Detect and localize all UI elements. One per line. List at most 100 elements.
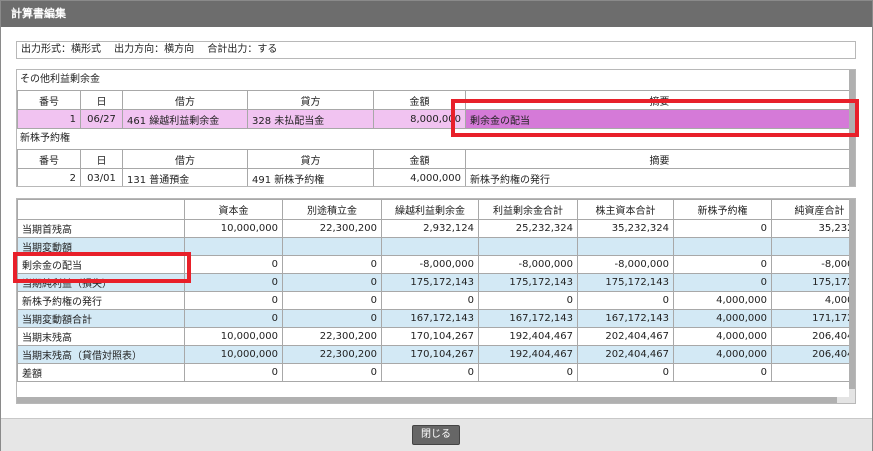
summary-header-row: 資本金 別途積立金 繰越利益剰余金 利益剰余金合計 株主資本合計 新株予約権 純… bbox=[17, 199, 855, 220]
col-header: 借方 bbox=[122, 149, 248, 169]
journal-entries-panel: その他利益剰余金 番号 日 借方 貸方 金額 摘要 1 06/27 461 繰越… bbox=[16, 69, 856, 187]
cell bbox=[771, 237, 855, 256]
cell: 10,000,000 bbox=[184, 327, 283, 346]
calc-sheet-dialog: 計算書編集 出力形式：横形式 出力方向：横方向 合計出力：する その他利益剰余金… bbox=[0, 0, 873, 451]
cell: 0 bbox=[282, 273, 382, 292]
row-label: 剰余金の配当 bbox=[17, 255, 185, 274]
cell: 170,104,267 bbox=[381, 345, 479, 364]
entry-description[interactable]: 新株予約権の発行 bbox=[465, 168, 854, 186]
cell: -8,000,000 bbox=[577, 255, 674, 274]
journal-row[interactable]: 2 03/01 131 普通預金 491 新株予約権 4,000,000 新株予… bbox=[17, 168, 854, 186]
cell: 35,232,324 bbox=[577, 219, 674, 238]
cell: 0 bbox=[381, 363, 479, 382]
cell: 0 bbox=[184, 291, 283, 310]
cell: 202,404,467 bbox=[577, 345, 674, 364]
row-label: 当期末残高（貸借対照表） bbox=[17, 345, 185, 364]
cell: 170,104,267 bbox=[381, 327, 479, 346]
entry-credit: 491 新株予約権 bbox=[247, 168, 374, 186]
col-header: 株主資本合計 bbox=[577, 199, 674, 220]
journal-header-row: 番号 日 借方 貸方 金額 摘要 bbox=[17, 149, 854, 169]
section-title: その他利益剰余金 bbox=[20, 74, 100, 85]
cell: 175,172,143 bbox=[577, 273, 674, 292]
col-header: 貸方 bbox=[247, 149, 374, 169]
scrollbar-thumb[interactable] bbox=[17, 397, 837, 403]
scrollbar-thumb[interactable] bbox=[849, 199, 855, 389]
cell: 22,300,200 bbox=[282, 219, 382, 238]
row-label: 当期変動額合計 bbox=[17, 309, 185, 328]
cell: 0 bbox=[577, 363, 674, 382]
cell: 0 bbox=[673, 219, 772, 238]
table-row: 剰余金の配当 0 0 -8,000,000 -8,000,000 -8,000,… bbox=[17, 255, 855, 274]
col-header: 繰越利益剰余金 bbox=[381, 199, 479, 220]
table-row: 新株予約権の発行 0 0 0 0 0 4,000,000 4,000,0 bbox=[17, 291, 855, 310]
cell: -8,000,000 bbox=[478, 255, 578, 274]
cell: 4,000,000 bbox=[673, 345, 772, 364]
row-label: 当期末残高 bbox=[17, 327, 185, 346]
entry-debit: 461 繰越利益剰余金 bbox=[122, 109, 248, 129]
entry-number: 2 bbox=[17, 168, 81, 186]
table-row: 当期首残高 10,000,000 22,300,200 2,932,124 25… bbox=[17, 219, 855, 238]
col-header: 摘要 bbox=[465, 149, 854, 169]
cell: 0 bbox=[184, 273, 283, 292]
cell: 202,404,467 bbox=[577, 327, 674, 346]
cell: 0 bbox=[282, 255, 382, 274]
summary-vertical-scrollbar[interactable] bbox=[849, 199, 855, 403]
entry-date: 06/27 bbox=[80, 109, 123, 129]
entry-credit: 328 未払配当金 bbox=[247, 109, 374, 129]
cell: 192,404,467 bbox=[478, 345, 578, 364]
table-row: 差額 0 0 0 0 0 0 0 bbox=[17, 363, 855, 382]
cell: 0 bbox=[478, 291, 578, 310]
table-row: 当期変動額合計 0 0 167,172,143 167,172,143 167,… bbox=[17, 309, 855, 328]
cell: 22,300,200 bbox=[282, 327, 382, 346]
col-header: 借方 bbox=[122, 90, 248, 110]
cell: 0 bbox=[282, 309, 382, 328]
scrollbar-thumb[interactable] bbox=[849, 70, 855, 186]
close-button[interactable]: 閉じる bbox=[412, 425, 460, 445]
col-header: 日 bbox=[80, 90, 123, 110]
row-label: 当期首残高 bbox=[17, 219, 185, 238]
journal-table: 番号 日 借方 貸方 金額 摘要 2 03/01 131 普通預金 491 新株… bbox=[17, 149, 854, 186]
col-header bbox=[17, 199, 185, 220]
journal-vertical-scrollbar[interactable] bbox=[849, 70, 855, 186]
col-header: 日 bbox=[80, 149, 123, 169]
entry-amount: 4,000,000 bbox=[373, 168, 466, 186]
col-header: 金額 bbox=[373, 90, 466, 110]
col-header: 別途積立金 bbox=[282, 199, 382, 220]
cell: 175,172,1 bbox=[771, 273, 855, 292]
table-row: 当期末残高 10,000,000 22,300,200 170,104,267 … bbox=[17, 327, 855, 346]
journal-header-row: 番号 日 借方 貸方 金額 摘要 bbox=[17, 90, 854, 110]
cell: 25,232,324 bbox=[478, 219, 578, 238]
cell: 35,232,3 bbox=[771, 219, 855, 238]
table-row: 当期純利益（損失） 0 0 175,172,143 175,172,143 17… bbox=[17, 273, 855, 292]
entry-amount: 8,000,000 bbox=[373, 109, 466, 129]
cell: 0 bbox=[577, 291, 674, 310]
table-row: 当期変動額 bbox=[17, 237, 855, 256]
cell: 175,172,143 bbox=[478, 273, 578, 292]
col-header: 金額 bbox=[373, 149, 466, 169]
cell: 0 bbox=[282, 291, 382, 310]
cell: 206,404,4 bbox=[771, 327, 855, 346]
col-header: 番号 bbox=[17, 90, 81, 110]
cell: -8,000,000 bbox=[381, 255, 479, 274]
dialog-title: 計算書編集 bbox=[1, 1, 872, 27]
journal-row[interactable]: 1 06/27 461 繰越利益剰余金 328 未払配当金 8,000,000 … bbox=[17, 109, 854, 129]
cell: 10,000,000 bbox=[184, 219, 283, 238]
table-row: 当期末残高（貸借対照表） 10,000,000 22,300,200 170,1… bbox=[17, 345, 855, 364]
cell: 167,172,143 bbox=[478, 309, 578, 328]
row-label: 当期純利益（損失） bbox=[17, 273, 185, 292]
cell: 175,172,143 bbox=[381, 273, 479, 292]
summary-horizontal-scrollbar[interactable] bbox=[17, 397, 851, 403]
col-header: 新株予約権 bbox=[673, 199, 772, 220]
cell: 2,932,124 bbox=[381, 219, 479, 238]
entry-description[interactable]: 剰余金の配当 bbox=[465, 109, 854, 129]
dialog-footer: 閉じる bbox=[1, 418, 872, 451]
col-header: 摘要 bbox=[465, 90, 854, 110]
cell: 0 bbox=[673, 273, 772, 292]
cell: 171,172,1 bbox=[771, 309, 855, 328]
entry-date: 03/01 bbox=[80, 168, 123, 186]
cell: 0 bbox=[673, 255, 772, 274]
cell: 22,300,200 bbox=[282, 345, 382, 364]
cell bbox=[673, 237, 772, 256]
equity-summary-table: 資本金 別途積立金 繰越利益剰余金 利益剰余金合計 株主資本合計 新株予約権 純… bbox=[17, 199, 855, 382]
col-header: 番号 bbox=[17, 149, 81, 169]
